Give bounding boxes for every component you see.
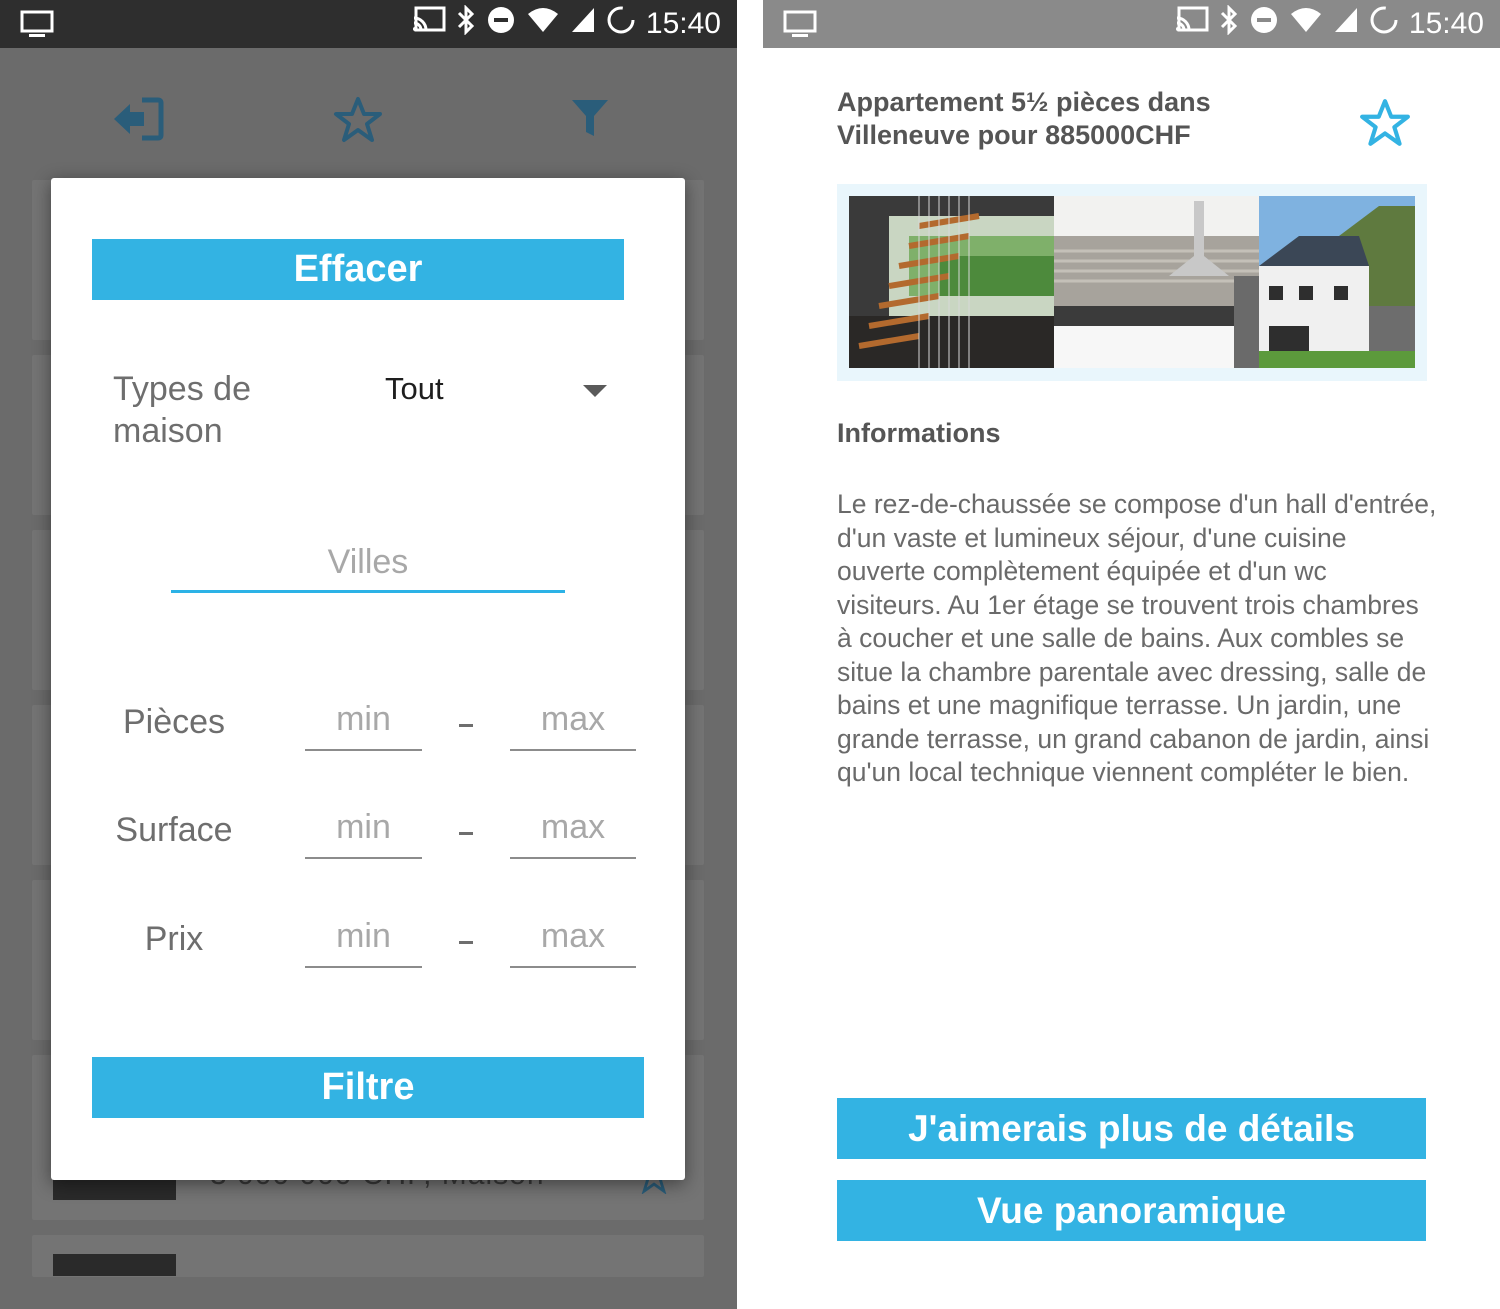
range-separator (459, 941, 473, 944)
section-heading: Informations (837, 418, 1001, 448)
staircase-photo (849, 196, 1054, 368)
input-underline (305, 966, 422, 968)
filter-dialog: Effacer Types de maison Tout Villes Pièc… (51, 178, 685, 1180)
surface-max-placeholder: max (540, 808, 606, 846)
status-bar: 15:40 (763, 0, 1500, 48)
list-thumbnail (53, 1254, 176, 1276)
cities-placeholder: Villes (327, 543, 409, 581)
surface-max-input[interactable]: max (510, 806, 636, 860)
clear-button[interactable]: Effacer (92, 239, 624, 300)
filter-screen: 15:40 3 000 000 CHF, Maison Effacer Type… (0, 0, 737, 1309)
dropdown-arrow-icon (583, 384, 607, 402)
cast-icon (1175, 6, 1209, 42)
input-underline (510, 857, 636, 859)
bluetooth-icon (456, 4, 476, 43)
logout-icon[interactable] (112, 96, 164, 147)
wifi-icon (1289, 6, 1323, 42)
rooms-min-placeholder: min (336, 700, 391, 738)
rooms-max-placeholder: max (540, 700, 606, 738)
clock: 15:40 (1408, 7, 1484, 40)
cast-icon (412, 6, 446, 42)
rooms-label: Pièces (122, 703, 226, 741)
house-type-value: Tout (385, 371, 444, 406)
surface-label: Surface (115, 811, 233, 849)
price-max-input[interactable]: max (510, 915, 636, 969)
filter-button[interactable]: Filtre (92, 1057, 644, 1118)
listing-title: Appartement 5½ pièces dans Villeneuve po… (837, 87, 1211, 150)
price-min-input[interactable]: min (305, 915, 422, 969)
sync-icon (606, 5, 636, 43)
listing-detail-screen: 15:40 Appartement 5½ pièces dans Villene… (763, 0, 1500, 1309)
house-type-select[interactable]: Tout (371, 368, 621, 412)
photo-gallery[interactable] (837, 184, 1427, 381)
desktop-icon (783, 10, 817, 45)
house-type-label: Types de maison (113, 370, 251, 450)
surface-min-input[interactable]: min (305, 806, 422, 860)
desktop-icon (20, 10, 54, 45)
filter-icon[interactable] (570, 96, 610, 145)
more-details-button[interactable]: J'aimerais plus de détails (837, 1098, 1426, 1159)
cities-field[interactable]: Villes (171, 538, 565, 594)
listing-description: Le rez-de-chaussée se compose d'un hall … (837, 489, 1437, 787)
price-max-placeholder: max (540, 917, 606, 955)
star-outline-icon[interactable] (333, 96, 383, 149)
range-separator (459, 724, 473, 727)
clock: 15:40 (645, 7, 721, 40)
wifi-icon (526, 6, 560, 42)
range-separator (459, 832, 473, 835)
kitchen-photo (1054, 196, 1259, 368)
input-underline (305, 749, 422, 751)
price-label: Prix (144, 920, 204, 958)
star-outline-icon[interactable] (1359, 98, 1411, 153)
do-not-disturb-icon (1249, 5, 1279, 43)
house-exterior-photo (1259, 196, 1415, 368)
rooms-min-input[interactable]: min (305, 698, 422, 752)
panoramic-view-button[interactable]: Vue panoramique (837, 1180, 1426, 1241)
input-underline (510, 966, 636, 968)
surface-min-placeholder: min (336, 808, 391, 846)
bluetooth-icon (1219, 4, 1239, 43)
cities-underline (171, 590, 565, 593)
sync-icon (1369, 5, 1399, 43)
status-bar: 15:40 (0, 0, 737, 48)
signal-icon (570, 6, 596, 42)
do-not-disturb-icon (486, 5, 516, 43)
input-underline (510, 749, 636, 751)
signal-icon (1333, 6, 1359, 42)
price-min-placeholder: min (336, 917, 391, 955)
rooms-max-input[interactable]: max (510, 698, 636, 752)
input-underline (305, 857, 422, 859)
